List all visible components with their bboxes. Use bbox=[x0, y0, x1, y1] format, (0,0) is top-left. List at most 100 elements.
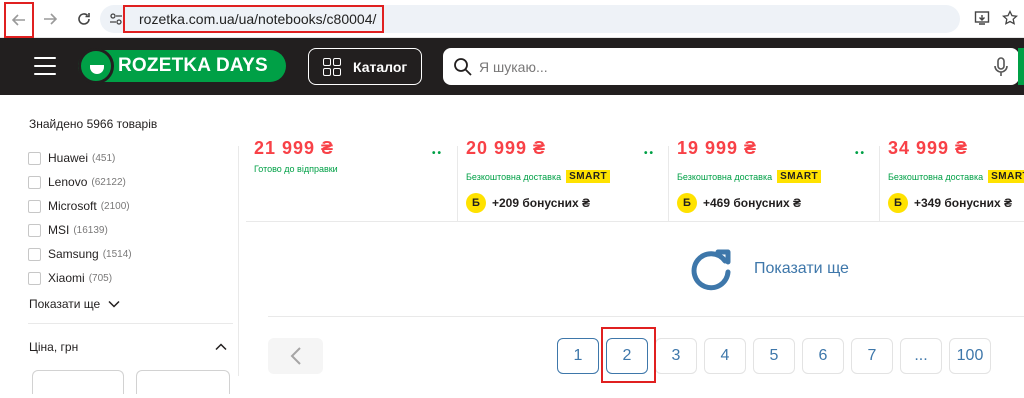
reload-icon bbox=[78, 13, 90, 25]
product-card[interactable]: 21 999 ₴ •• Готово до відправки bbox=[246, 138, 458, 222]
brand-count: (1514) bbox=[102, 248, 132, 260]
smart-badge: SMART bbox=[566, 170, 611, 183]
delivery-label: Безкоштовна доставка bbox=[677, 171, 773, 182]
bonus-icon: Б bbox=[466, 193, 486, 213]
page-6[interactable]: 6 bbox=[802, 338, 844, 374]
brand-name: Huawei bbox=[48, 151, 89, 165]
product-grid: 21 999 ₴ •• Готово до відправки 20 999 ₴… bbox=[246, 138, 1024, 222]
filter-brand-samsung[interactable]: Samsung (1514) bbox=[28, 245, 132, 263]
browser-toolbar: rozetka.com.ua/ua/notebooks/c80004/ bbox=[0, 0, 1024, 38]
brand-count: (451) bbox=[92, 152, 116, 164]
product-price: 21 999 ₴ bbox=[254, 138, 335, 158]
show-more-brands[interactable]: Показати ще bbox=[29, 297, 120, 311]
product-card[interactable]: 20 999 ₴ •• Безкоштовна доставка SMART Б… bbox=[457, 138, 668, 222]
bonus-icon: Б bbox=[888, 193, 908, 213]
product-price: 34 999 ₴ bbox=[888, 138, 969, 158]
price-min-input[interactable] bbox=[32, 370, 124, 394]
brand-count: (705) bbox=[88, 272, 113, 284]
search-input[interactable] bbox=[479, 58, 959, 75]
logo-smile-icon bbox=[78, 48, 114, 84]
delivery-label: Безкоштовна доставка bbox=[466, 171, 562, 182]
site-info-icon[interactable] bbox=[110, 12, 122, 25]
bonus-icon: Б bbox=[677, 193, 697, 213]
arrow-left-icon bbox=[12, 14, 25, 26]
bonus-info: Б +469 бонусних ₴ bbox=[677, 193, 801, 213]
bonus-amount: +209 бонусних ₴ bbox=[492, 196, 591, 210]
price-filter-title[interactable]: Ціна, грн bbox=[29, 340, 78, 354]
search-icon bbox=[454, 57, 472, 76]
bonus-amount: +349 бонусних ₴ bbox=[914, 196, 1013, 210]
back-button[interactable] bbox=[4, 2, 34, 38]
site-header: ROZETKA DAYS Каталог bbox=[0, 38, 1024, 95]
sidebar-separator bbox=[28, 323, 233, 324]
free-delivery: Безкоштовна доставка SMART bbox=[888, 170, 1024, 183]
menu-icon[interactable] bbox=[34, 57, 56, 75]
page-ellipsis[interactable]: ... bbox=[900, 338, 942, 374]
checkbox[interactable] bbox=[28, 175, 41, 189]
show-more-products-button[interactable]: Показати ще bbox=[688, 246, 849, 292]
page-100[interactable]: 100 bbox=[949, 338, 991, 374]
product-price: 20 999 ₴ bbox=[466, 138, 547, 158]
availability-dots-icon: •• bbox=[432, 148, 444, 159]
install-app-icon[interactable] bbox=[972, 8, 992, 28]
filter-brand-lenovo[interactable]: Lenovo (62122) bbox=[28, 173, 126, 191]
price-max-input[interactable] bbox=[136, 370, 230, 394]
chevron-left-icon bbox=[290, 347, 301, 365]
filter-brand-xiaomi[interactable]: Xiaomi (705) bbox=[28, 269, 112, 287]
bonus-info: Б +349 бонусних ₴ bbox=[888, 193, 1012, 213]
brand-count: (2100) bbox=[100, 200, 130, 212]
show-more-products-label: Показати ще bbox=[754, 260, 849, 277]
filter-brand-msi[interactable]: MSI (16139) bbox=[28, 221, 108, 239]
search-submit-edge[interactable] bbox=[1018, 48, 1024, 85]
show-more-label: Показати ще bbox=[29, 297, 101, 311]
page-7[interactable]: 7 bbox=[851, 338, 893, 374]
brand-name: Lenovo bbox=[48, 175, 88, 189]
grid-icon bbox=[323, 57, 341, 76]
page-4[interactable]: 4 bbox=[704, 338, 746, 374]
forward-button[interactable] bbox=[38, 7, 62, 31]
microphone-icon[interactable] bbox=[991, 56, 1011, 78]
bonus-info: Б +209 бонусних ₴ bbox=[466, 193, 590, 213]
ready-to-ship: Готово до відправки bbox=[254, 164, 338, 174]
smart-badge: SMART bbox=[988, 170, 1024, 183]
checkbox[interactable] bbox=[28, 271, 41, 285]
page-3[interactable]: 3 bbox=[655, 338, 697, 374]
reload-button[interactable] bbox=[72, 7, 96, 31]
free-delivery: Безкоштовна доставка SMART bbox=[677, 170, 822, 183]
catalog-label: Каталог bbox=[353, 58, 408, 75]
delivery-label: Безкоштовна доставка bbox=[888, 171, 984, 182]
chevron-up-icon[interactable] bbox=[215, 343, 227, 351]
product-card[interactable]: 19 999 ₴ •• Безкоштовна доставка SMART Б… bbox=[668, 138, 880, 222]
catalog-button[interactable]: Каталог bbox=[308, 48, 422, 85]
product-price: 19 999 ₴ bbox=[677, 138, 758, 158]
filter-brand-microsoft[interactable]: Microsoft (2100) bbox=[28, 197, 130, 215]
sidebar-divider bbox=[238, 146, 239, 376]
arrow-right-icon bbox=[44, 13, 57, 25]
logo-text: ROZETKA DAYS bbox=[118, 55, 268, 76]
previous-page-button[interactable] bbox=[268, 338, 323, 374]
bookmark-star-icon[interactable] bbox=[1000, 8, 1020, 28]
brand-name: Microsoft bbox=[48, 199, 97, 213]
page-2[interactable]: 2 bbox=[606, 338, 648, 374]
refresh-icon bbox=[691, 249, 731, 291]
bonus-amount: +469 бонусних ₴ bbox=[703, 196, 802, 210]
content-separator bbox=[268, 316, 1024, 317]
chevron-down-icon bbox=[108, 300, 120, 308]
brand-name: Samsung bbox=[48, 247, 99, 261]
search-bar bbox=[443, 48, 1019, 85]
checkbox[interactable] bbox=[28, 199, 41, 213]
brand-count: (16139) bbox=[73, 224, 108, 236]
product-card[interactable]: 34 999 ₴ Безкоштовна доставка SMART Б +3… bbox=[879, 138, 1024, 222]
checkbox[interactable] bbox=[28, 151, 41, 165]
results-count: Знайдено 5966 товарів bbox=[29, 117, 158, 131]
page-5[interactable]: 5 bbox=[753, 338, 795, 374]
checkbox[interactable] bbox=[28, 247, 41, 261]
filter-brand-huawei[interactable]: Huawei (451) bbox=[28, 149, 115, 167]
checkbox[interactable] bbox=[28, 223, 41, 237]
page-1[interactable]: 1 bbox=[557, 338, 599, 374]
brand-count: (62122) bbox=[91, 176, 126, 188]
rozetka-logo[interactable]: ROZETKA DAYS bbox=[78, 48, 286, 84]
free-delivery: Безкоштовна доставка SMART bbox=[466, 170, 611, 183]
availability-dots-icon: •• bbox=[855, 148, 867, 159]
url-text[interactable]: rozetka.com.ua/ua/notebooks/c80004/ bbox=[123, 5, 384, 33]
